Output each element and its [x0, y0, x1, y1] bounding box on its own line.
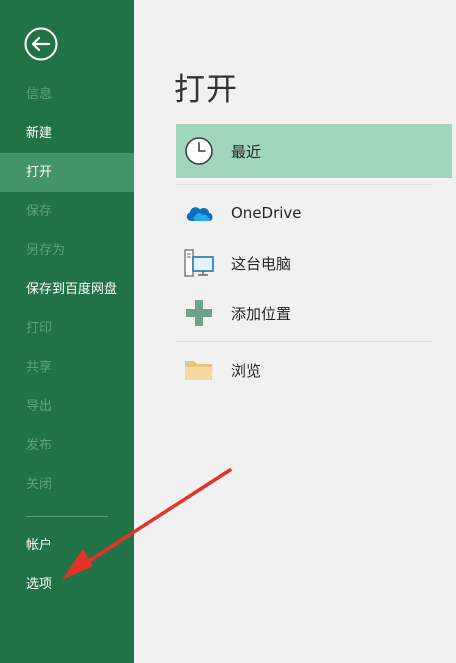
nav-save: 保存: [26, 204, 53, 219]
location-add-place-label: 添加位置: [231, 304, 292, 323]
nav-publish: 发布: [26, 438, 53, 453]
cloud-icon: [183, 197, 215, 229]
nav-open[interactable]: 打开: [0, 153, 134, 192]
location-browse[interactable]: 浏览: [176, 343, 452, 397]
nav-print: 打印: [26, 321, 53, 336]
nav-info: 信息: [26, 87, 53, 102]
back-arrow-icon: [24, 27, 58, 61]
nav-close: 关闭: [26, 477, 53, 492]
location-separator: [176, 341, 432, 342]
clock-icon: [183, 135, 215, 167]
page-title: 打开: [174, 72, 238, 108]
nav-export: 导出: [26, 399, 53, 414]
nav-new[interactable]: 新建: [0, 114, 134, 153]
location-add-place[interactable]: 添加位置: [176, 286, 452, 340]
location-onedrive-label: OneDrive: [231, 204, 302, 222]
location-onedrive[interactable]: OneDrive: [176, 186, 452, 240]
nav-save-as: 另存为: [26, 243, 66, 258]
location-recent[interactable]: 最近: [176, 124, 452, 178]
location-this-pc-label: 这台电脑: [231, 254, 292, 273]
nav-options[interactable]: 选项: [0, 565, 134, 604]
computer-icon: [183, 247, 215, 279]
main-panel: 打开 最近 OneDrive 这台电脑 添加位置 浏览: [134, 0, 456, 663]
location-this-pc[interactable]: 这台电脑: [176, 236, 452, 290]
location-browse-label: 浏览: [231, 361, 262, 380]
nav-share: 共享: [26, 360, 53, 375]
plus-icon: [183, 297, 215, 329]
backstage-sidebar: 信息 新建 打开 保存 另存为 保存到百度网盘 打印 共享 导出 发布 关闭 帐…: [0, 0, 134, 663]
sidebar-divider: [26, 516, 108, 517]
nav-save-to-baidu[interactable]: 保存到百度网盘: [0, 270, 134, 309]
location-recent-label: 最近: [231, 142, 262, 161]
nav-account[interactable]: 帐户: [0, 526, 134, 565]
folder-icon: [183, 354, 215, 386]
location-separator: [176, 184, 432, 185]
back-button[interactable]: [24, 27, 58, 61]
